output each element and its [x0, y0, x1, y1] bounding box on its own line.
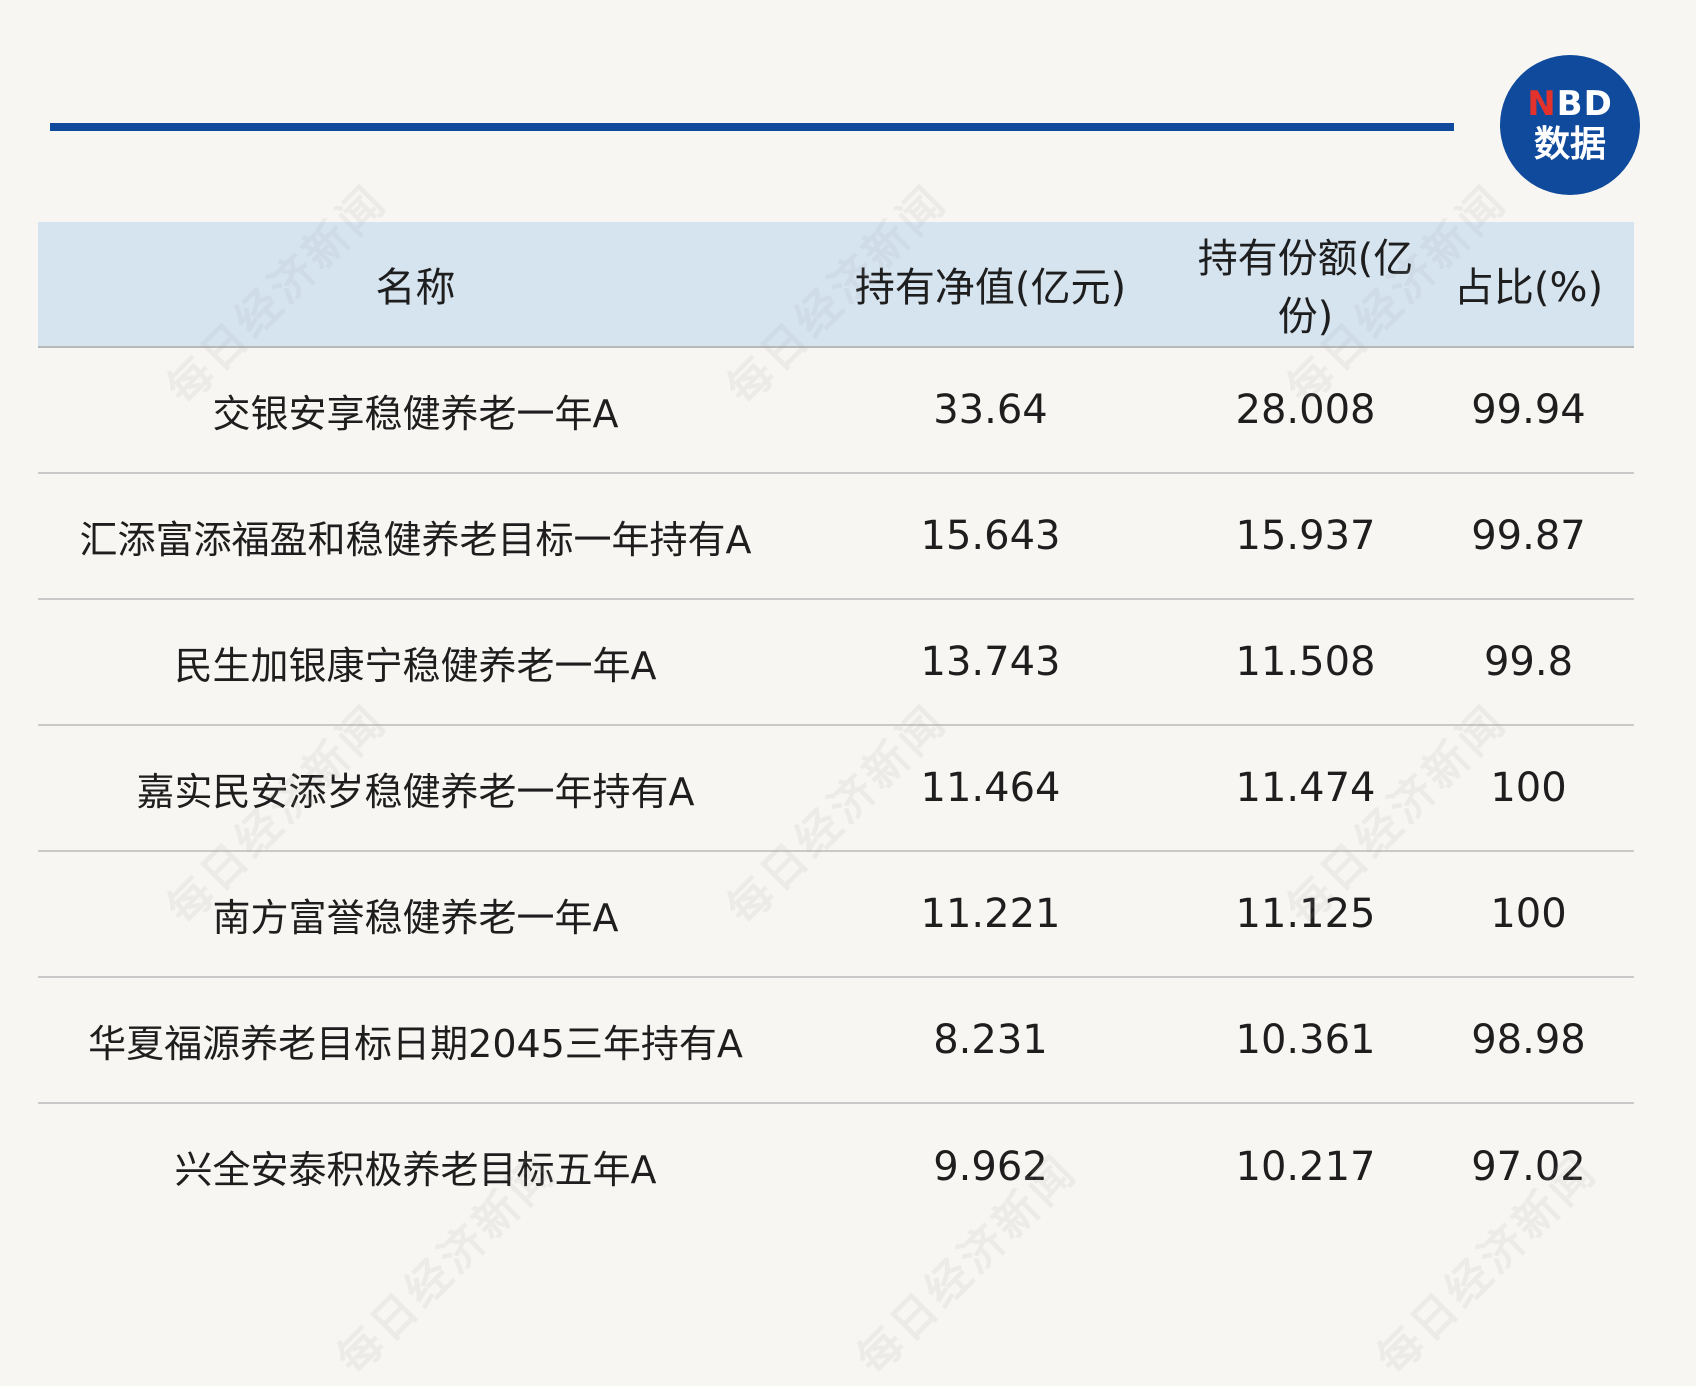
cell-shares: 11.125: [1188, 851, 1423, 978]
cell-ratio: 97.02: [1471, 1143, 1586, 1190]
cell-name: 嘉实民安添岁稳健养老一年持有A: [38, 725, 793, 852]
logo-brand: NBD: [1527, 84, 1613, 124]
cell-ratio: 100: [1423, 851, 1634, 978]
header-shares: 持有份额(亿份): [1188, 222, 1423, 348]
cell-net-value: 8.231: [793, 977, 1188, 1104]
table-row: 交银安享稳健养老一年A 33.64 28.008 99.94: [38, 347, 1634, 474]
cell-shares: 15.937: [1188, 473, 1423, 600]
nbd-logo: NBD 数据: [1500, 55, 1640, 195]
header-rule: [50, 123, 1454, 131]
table-header-row: 名称 持有净值(亿元) 持有份额(亿份) 占比(%): [38, 222, 1634, 348]
cell-net-value: 11.221: [793, 851, 1188, 978]
table-row: 嘉实民安添岁稳健养老一年持有A 11.464 11.474 100: [38, 725, 1634, 852]
cell-net-value: 13.743: [793, 599, 1188, 726]
logo-subtitle: 数据: [1533, 124, 1606, 165]
table-row: 南方富誉稳健养老一年A 11.221 11.125 100: [38, 851, 1634, 978]
header-ratio: 占比(%): [1423, 222, 1634, 348]
cell-ratio: 99.87: [1423, 473, 1634, 600]
cell-shares: 11.474: [1188, 725, 1423, 852]
cell-shares: 11.508: [1188, 599, 1423, 726]
cell-ratio: 100: [1423, 725, 1634, 852]
cell-net-value: 33.64: [793, 347, 1188, 474]
cell-ratio: 99.94: [1423, 347, 1634, 474]
table-row: 民生加银康宁稳健养老一年A 13.743 11.508 99.8: [38, 599, 1634, 726]
table-row: 华夏福源养老目标日期2045三年持有A 8.231 10.361 98.98: [38, 977, 1634, 1104]
cell-net-value: 11.464: [793, 725, 1188, 852]
header-net-value: 持有净值(亿元): [793, 222, 1188, 348]
fund-table: 名称 持有净值(亿元) 持有份额(亿份) 占比(%) 交银安享稳健养老一年A 3…: [38, 222, 1634, 1229]
cell-shares: 28.008: [1188, 347, 1423, 474]
cell-name: 兴全安泰积极养老目标五年A: [174, 1148, 657, 1192]
cell-net-value: 15.643: [793, 473, 1188, 600]
cell-shares: 10.217: [1235, 1143, 1376, 1190]
cell-name: 南方富誉稳健养老一年A: [38, 851, 793, 978]
table-row: 兴全安泰积极养老目标五年A 9.962 10.217 97.02: [38, 1103, 1634, 1229]
header-name: 名称: [38, 222, 793, 348]
cell-name: 汇添富添福盈和稳健养老目标一年持有A: [38, 473, 793, 600]
cell-name: 华夏福源养老目标日期2045三年持有A: [38, 977, 793, 1104]
cell-name: 民生加银康宁稳健养老一年A: [38, 599, 793, 726]
cell-name: 交银安享稳健养老一年A: [38, 347, 793, 474]
cell-net-value: 9.962: [933, 1143, 1048, 1190]
table-row: 汇添富添福盈和稳健养老目标一年持有A 15.643 15.937 99.87: [38, 473, 1634, 600]
cell-ratio: 99.8: [1423, 599, 1634, 726]
cell-ratio: 98.98: [1423, 977, 1634, 1104]
cell-shares: 10.361: [1188, 977, 1423, 1104]
